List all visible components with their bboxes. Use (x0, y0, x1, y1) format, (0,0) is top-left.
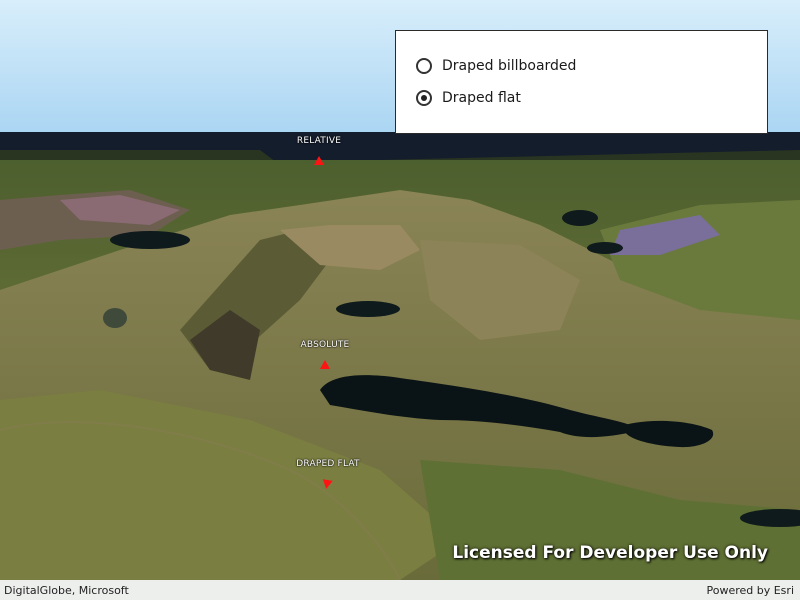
radio-button-checked-icon[interactable] (416, 90, 432, 106)
radio-label-draped-flat: Draped flat (442, 90, 521, 106)
attribution-bar: DigitalGlobe, Microsoft Powered by Esri (0, 580, 800, 600)
marker-label-draped-flat: DRAPED FLAT (296, 459, 360, 469)
radio-draped-billboarded[interactable]: Draped billboarded (416, 58, 576, 74)
triangle-icon (314, 156, 324, 165)
terrain (0, 160, 800, 581)
marker-label-absolute: ABSOLUTE (300, 340, 350, 350)
triangle-icon (320, 360, 330, 369)
placement-options-panel: Draped billboarded Draped flat (395, 30, 768, 134)
radio-button-icon[interactable] (416, 58, 432, 74)
marker-label-relative: RELATIVE (296, 136, 342, 146)
radio-draped-flat[interactable]: Draped flat (416, 90, 521, 106)
license-watermark: Licensed For Developer Use Only (452, 543, 768, 563)
attribution-text[interactable]: DigitalGlobe, Microsoft (4, 584, 129, 597)
radio-label-draped-billboarded: Draped billboarded (442, 58, 577, 74)
powered-by-text: Powered by Esri (706, 584, 794, 597)
triangle-icon (321, 479, 333, 490)
